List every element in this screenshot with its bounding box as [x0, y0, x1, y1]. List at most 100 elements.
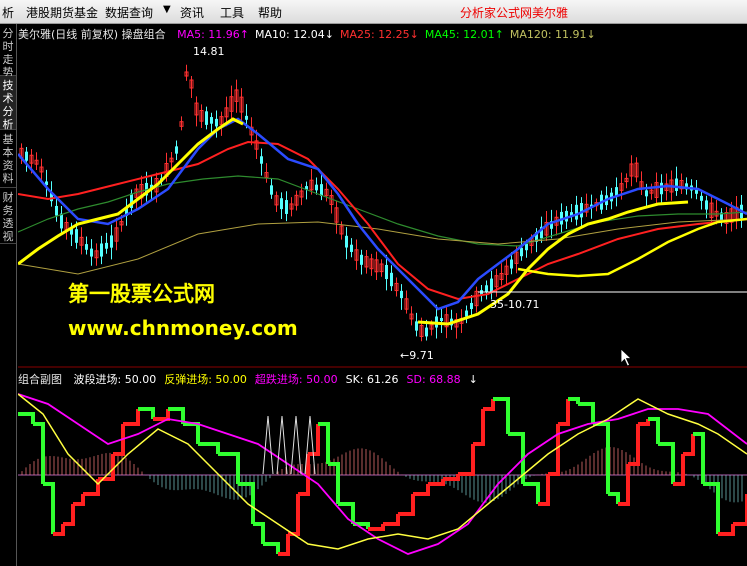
tab-fundamentals[interactable]: 基本资料: [0, 130, 16, 188]
step-segment: [683, 434, 695, 456]
candle-body: [400, 290, 403, 299]
spike-marker: [262, 415, 274, 475]
candle-body: [100, 243, 103, 257]
candle-body: [700, 195, 703, 201]
watermark-title: 第一股票公式网: [68, 282, 215, 306]
step-segment: [73, 494, 85, 506]
chart-area: 美尔雅(日线 前复权) 操盘组合 MA5: 11.96↑ MA10: 12.04↓…: [18, 24, 747, 566]
tab-technical[interactable]: 技术分析: [0, 76, 16, 131]
step-segment: [153, 409, 170, 421]
sub-value-5: ↓: [468, 373, 478, 386]
step-segment: [703, 482, 720, 534]
menu-hk-futures-funds[interactable]: 港股期货基金: [26, 4, 98, 21]
candle-body: [350, 244, 353, 252]
step-segment: [18, 412, 35, 424]
sub-indicator-chart[interactable]: [18, 393, 747, 556]
step-segment: [288, 494, 300, 536]
step-segment: [658, 442, 675, 484]
candle-body: [520, 247, 523, 257]
step-segment: [628, 424, 640, 466]
menu-analysis[interactable]: 析: [2, 4, 14, 21]
candle-body: [575, 204, 578, 220]
step-segment: [218, 452, 240, 484]
candle-body: [360, 254, 363, 265]
step-segment: [183, 422, 200, 444]
candle-body: [580, 203, 583, 218]
candle-body: [60, 213, 63, 229]
candle-body: [105, 242, 108, 249]
candle-body: [315, 184, 318, 191]
step-segment: [718, 524, 735, 536]
main-chart-legend: 美尔雅(日线 前复权) 操盘组合 MA5: 11.96↑ MA10: 12.04↓…: [18, 26, 600, 42]
link-formula-site[interactable]: 分析家公式网: [460, 4, 532, 21]
menu-news[interactable]: 资讯: [180, 4, 204, 21]
tab-intraday-label: 分时走势: [2, 27, 14, 79]
candle-body: [285, 200, 288, 214]
step-segment: [398, 494, 415, 516]
candle-body: [280, 198, 283, 210]
candle-body: [425, 327, 428, 337]
sub-values: 波段进场: 50.00 反弹进场: 50.00 超跌进场: 50.00 SK: 61.…: [68, 373, 480, 386]
step-segment: [63, 504, 75, 526]
ma-value-1: MA10: 12.04↓: [255, 28, 334, 41]
candle-body: [385, 264, 388, 280]
step-segment: [638, 419, 650, 426]
candle-body: [90, 248, 93, 257]
candle-body: [55, 205, 58, 216]
candle-body: [470, 302, 473, 310]
high-price-label: 14.81: [193, 45, 225, 58]
tab-technical-label: 技术分析: [2, 79, 14, 131]
candle-body: [245, 115, 248, 120]
candle-body: [320, 184, 323, 196]
spike-marker: [276, 415, 288, 475]
candle-body: [210, 117, 213, 124]
step-segment: [578, 402, 595, 424]
tab-intraday[interactable]: 分时走势: [0, 24, 16, 79]
sub-value-4: SD: 68.88: [406, 373, 461, 386]
step-segment: [473, 409, 485, 446]
candle-body: [645, 190, 648, 197]
candle-body: [510, 259, 513, 269]
candle-body: [465, 310, 468, 317]
step-segment: [523, 482, 540, 504]
ma-value-3: MA45: 12.01↑: [424, 28, 504, 41]
mid-price-label: 35-10.71: [490, 298, 540, 311]
candle-body: [110, 235, 113, 248]
menu-data-query[interactable]: 数据查询: [105, 4, 153, 21]
step-segment: [123, 409, 140, 426]
step-segment: [413, 484, 430, 496]
sub-chart-legend: 组合副图 波段进场: 50.00 反弹进场: 50.00 超跌进场: 50.00 SK…: [18, 371, 482, 387]
candle-body: [660, 182, 663, 195]
step-segment: [263, 542, 280, 554]
ma-value-0: MA5: 11.96↑: [177, 28, 250, 41]
sub-value-0: 波段进场: 50.00: [73, 373, 157, 386]
step-segment: [238, 482, 255, 524]
tab-financials-label: 财务透视: [2, 191, 14, 243]
candle-body: [390, 272, 393, 287]
step-segment: [458, 444, 475, 476]
candle-body: [175, 146, 178, 154]
candle-body: [525, 243, 528, 251]
step-segment: [198, 442, 220, 454]
candle-body: [415, 321, 418, 331]
candle-body: [75, 229, 78, 243]
menu-help[interactable]: 帮助: [258, 4, 282, 21]
sub-value-1: 反弹进场: 50.00: [164, 373, 247, 386]
sub-value-2: 超跌进场: 50.00: [254, 373, 338, 386]
spike-marker: [290, 415, 302, 475]
candle-body: [215, 118, 218, 127]
step-segment: [368, 524, 385, 531]
candle-body: [485, 285, 488, 293]
sidebar: 分时走势 技术分析 基本资料 财务透视: [0, 24, 17, 566]
tab-financials[interactable]: 财务透视: [0, 188, 16, 244]
dropdown-arrow-icon[interactable]: ▼: [163, 4, 171, 15]
ma-value-4: MA120: 11.91↓: [509, 28, 596, 41]
step-segment: [483, 399, 495, 411]
menu-tools[interactable]: 工具: [220, 4, 244, 21]
low-price-label: ←9.71: [400, 349, 434, 362]
sub-chart-title: 组合副图: [18, 373, 62, 386]
step-segment: [558, 399, 570, 426]
step-segment: [383, 514, 400, 526]
ma-value-2: MA25: 12.25↓: [339, 28, 419, 41]
sub-value-3: SK: 61.26: [345, 373, 399, 386]
